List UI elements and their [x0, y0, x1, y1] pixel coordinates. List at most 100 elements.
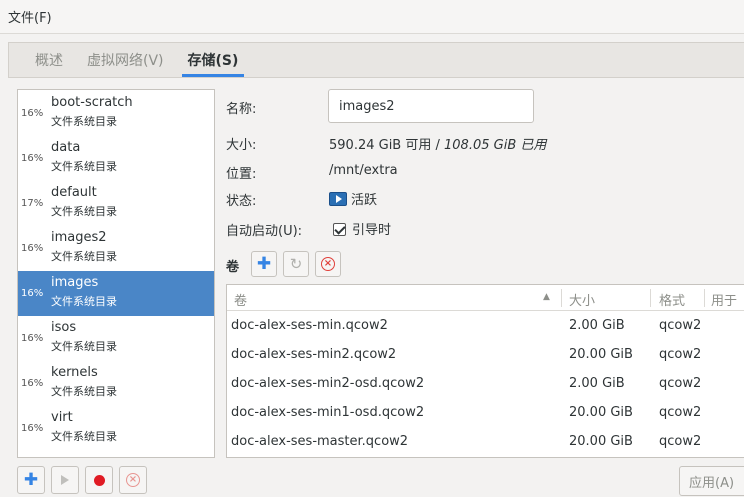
- tab-bar: 概述 虚拟网络(V) 存储(S): [8, 42, 744, 78]
- pool-item-kernels[interactable]: 16% kernels 文件系统目录: [18, 361, 214, 406]
- volume-size: 20.00 GiB: [569, 405, 633, 420]
- volume-format: qcow2: [659, 434, 702, 449]
- volume-name: doc-alex-ses-min.qcow2: [231, 318, 388, 333]
- size-value: 590.24 GiB 可用 / 108.05 GiB 已用: [329, 134, 546, 153]
- table-header: 卷 ▲ 大小 格式 用于: [227, 285, 744, 311]
- pool-name: data: [51, 140, 81, 155]
- table-row[interactable]: doc-alex-ses-min2-osd.qcow2 2.00 GiB qco…: [227, 370, 744, 399]
- volume-size: 2.00 GiB: [569, 318, 625, 333]
- column-separator: [704, 289, 705, 307]
- pool-usage-percent: 16%: [21, 108, 44, 119]
- pool-name: kernels: [51, 365, 98, 380]
- pool-type: 文件系统目录: [51, 160, 117, 173]
- volume-format: qcow2: [659, 318, 702, 333]
- column-header-format[interactable]: 格式: [659, 290, 685, 309]
- size-used: 108.05 GiB 已用: [444, 138, 547, 153]
- plus-icon: ✚: [23, 470, 39, 490]
- pool-name: default: [51, 185, 97, 200]
- pool-name: images: [51, 275, 99, 290]
- pool-item-default[interactable]: 17% default 文件系统目录: [18, 181, 214, 226]
- state-value: 活跃: [351, 193, 378, 208]
- size-label: 大小:: [226, 138, 257, 153]
- autostart-value: 引导时: [352, 223, 392, 238]
- pool-name: images2: [51, 230, 107, 245]
- record-icon: [93, 474, 105, 486]
- volume-name: doc-alex-ses-min1-osd.qcow2: [231, 405, 425, 420]
- menu-file[interactable]: 文件(F): [8, 7, 52, 26]
- pool-usage-percent: 17%: [21, 198, 44, 209]
- add-volume-button[interactable]: ✚: [251, 251, 277, 277]
- column-header-size[interactable]: 大小: [569, 290, 595, 309]
- delete-pool-button[interactable]: ×: [119, 466, 147, 494]
- plus-icon: ✚: [256, 254, 272, 274]
- start-pool-button[interactable]: [51, 466, 79, 494]
- tab-storage[interactable]: 存储(S): [176, 43, 251, 77]
- sort-ascending-icon: ▲: [543, 292, 550, 302]
- column-separator: [561, 289, 562, 307]
- apply-button[interactable]: 应用(A): [679, 466, 744, 496]
- volume-size: 20.00 GiB: [569, 347, 633, 362]
- location-value: /mnt/extra: [329, 163, 398, 178]
- column-separator: [650, 289, 651, 307]
- pool-item-boot-scratch[interactable]: 16% boot-scratch 文件系统目录: [18, 91, 214, 136]
- menubar: 文件(F): [0, 0, 744, 34]
- monitor-icon: [329, 192, 347, 206]
- volume-format: qcow2: [659, 347, 702, 362]
- volume-format: qcow2: [659, 376, 702, 391]
- table-row[interactable]: doc-alex-ses-min.qcow2 2.00 GiB qcow2: [227, 312, 744, 341]
- refresh-volumes-button[interactable]: ↻: [283, 251, 309, 277]
- state-value-group: 活跃: [329, 189, 377, 208]
- pool-usage-percent: 16%: [21, 333, 44, 344]
- pool-type: 文件系统目录: [51, 295, 117, 308]
- pool-usage-percent: 16%: [21, 378, 44, 389]
- pool-type: 文件系统目录: [51, 115, 117, 128]
- pool-name: isos: [51, 320, 77, 335]
- volume-format: qcow2: [659, 405, 702, 420]
- tab-virtual-networks[interactable]: 虚拟网络(V): [75, 43, 176, 77]
- delete-icon: ×: [126, 473, 140, 487]
- size-free: 590.24 GiB 可用 /: [329, 138, 445, 153]
- pool-item-images2[interactable]: 16% images2 文件系统目录: [18, 226, 214, 271]
- pool-type: 文件系统目录: [51, 430, 117, 443]
- volume-name: doc-alex-ses-min2-osd.qcow2: [231, 376, 425, 391]
- pool-usage-percent: 16%: [21, 153, 44, 164]
- pool-item-images[interactable]: 16% images 文件系统目录: [18, 271, 214, 316]
- add-pool-button[interactable]: ✚: [17, 466, 45, 494]
- delete-icon: ×: [321, 257, 335, 271]
- stop-pool-button[interactable]: [85, 466, 113, 494]
- volume-name: doc-alex-ses-min2.qcow2: [231, 347, 397, 362]
- column-header-volume[interactable]: 卷: [234, 290, 247, 309]
- table-row[interactable]: doc-alex-ses-min1-osd.qcow2 20.00 GiB qc…: [227, 399, 744, 428]
- volumes-label: 卷: [226, 260, 240, 275]
- checkbox-checked-icon[interactable]: [333, 223, 346, 236]
- column-header-used-by[interactable]: 用于: [711, 290, 737, 309]
- pool-type: 文件系统目录: [51, 385, 117, 398]
- pool-item-virt[interactable]: 16% virt 文件系统目录: [18, 406, 214, 451]
- refresh-icon: ↻: [289, 255, 303, 273]
- autostart-label: 自动启动(U):: [226, 224, 303, 239]
- pool-usage-percent: 16%: [21, 288, 44, 299]
- pool-type: 文件系统目录: [51, 340, 117, 353]
- pool-name: boot-scratch: [51, 95, 133, 110]
- pool-item-isos[interactable]: 16% isos 文件系统目录: [18, 316, 214, 361]
- volume-size: 2.00 GiB: [569, 376, 625, 391]
- volumes-table: 卷 ▲ 大小 格式 用于 doc-alex-ses-min.qcow2 2.00…: [226, 284, 744, 458]
- storage-pool-list: 16% boot-scratch 文件系统目录 16% data 文件系统目录 …: [17, 89, 215, 458]
- pool-type: 文件系统目录: [51, 250, 117, 263]
- location-label: 位置:: [226, 167, 257, 182]
- pool-type: 文件系统目录: [51, 205, 117, 218]
- delete-volume-button[interactable]: ×: [315, 251, 341, 277]
- pool-usage-percent: 16%: [21, 243, 44, 254]
- table-row[interactable]: doc-alex-ses-master.qcow2 20.00 GiB qcow…: [227, 428, 744, 457]
- play-icon: [61, 475, 69, 485]
- pool-usage-percent: 16%: [21, 423, 44, 434]
- table-row[interactable]: doc-alex-ses-min2.qcow2 20.00 GiB qcow2: [227, 341, 744, 370]
- autostart-checkbox[interactable]: 引导时: [333, 219, 391, 238]
- pool-item-data[interactable]: 16% data 文件系统目录: [18, 136, 214, 181]
- volume-size: 20.00 GiB: [569, 434, 633, 449]
- volume-name: doc-alex-ses-master.qcow2: [231, 434, 409, 449]
- state-label: 状态:: [226, 194, 257, 209]
- tab-overview[interactable]: 概述: [23, 43, 75, 77]
- pool-name-input[interactable]: [328, 89, 534, 123]
- name-label: 名称:: [226, 102, 257, 117]
